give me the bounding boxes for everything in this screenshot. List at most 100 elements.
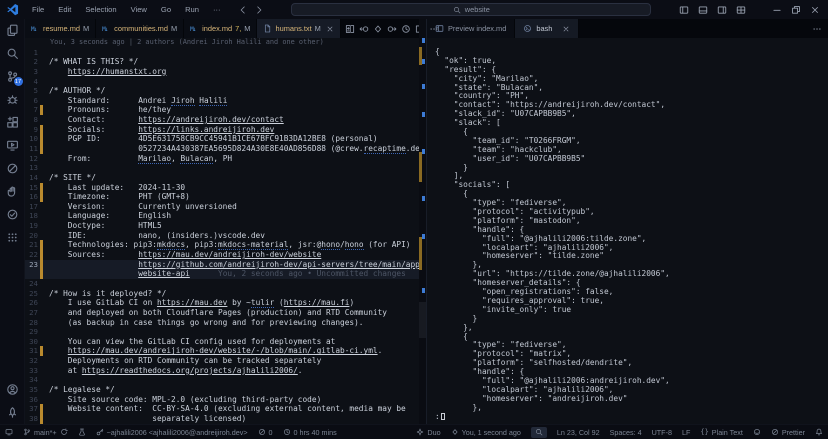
close-tab-icon[interactable] <box>326 25 334 33</box>
editor-line[interactable]: 17 Version: Currently unversioned <box>25 202 426 212</box>
activity-monitor-icon[interactable] <box>0 134 25 157</box>
editor-line[interactable]: 12 From: Marilao, Bulacan, PH <box>25 154 426 164</box>
editor-line[interactable]: 5/* AUTHOR */ <box>25 86 426 96</box>
line-number[interactable]: 28 <box>25 318 40 328</box>
minimize-icon[interactable] <box>772 5 782 15</box>
back-icon[interactable] <box>238 5 248 15</box>
editor-line[interactable]: 19 Doctype: HTML5 <box>25 221 426 231</box>
history-icon[interactable] <box>401 24 411 34</box>
activity-check-circle-icon[interactable] <box>0 203 25 226</box>
editor-line[interactable]: 16 Timezone: PHT (GMT+8) <box>25 192 426 202</box>
line-number[interactable]: 23 <box>25 260 40 270</box>
line-number[interactable]: 7 <box>25 105 40 115</box>
editor-line[interactable]: 36 Site source code: MPL-2.0 (excluding … <box>25 395 426 405</box>
editor-line[interactable]: 7 Pronouns: he/they <box>25 105 426 115</box>
diamond-icon[interactable] <box>373 24 383 34</box>
formatter-status[interactable]: Prettier <box>766 425 810 439</box>
editor-line[interactable]: 37 Website content: CC-BY-SA-4.0 (exclud… <box>25 404 426 414</box>
command-center[interactable]: website <box>291 3 651 16</box>
editor-line[interactable]: 6 Standard: Andrei Jiroh Halili <box>25 96 426 106</box>
line-number[interactable]: 12 <box>25 154 40 164</box>
line-number[interactable]: 11 <box>25 144 40 154</box>
tab-resume-md[interactable]: M↓resume.mdM <box>25 19 96 38</box>
menu-view[interactable]: View <box>124 0 154 19</box>
editor-line[interactable]: website-api You, 2 seconds ago • Uncommi… <box>25 269 426 279</box>
panel-more-actions-icon[interactable] <box>812 24 822 34</box>
eol-status[interactable]: LF <box>677 425 695 439</box>
line-number[interactable]: 37 <box>25 404 40 414</box>
line-number[interactable]: 30 <box>25 337 40 347</box>
editor-line[interactable]: 8 Contact: https://andreijiroh.dev/conta… <box>25 115 426 125</box>
line-number[interactable]: 31 <box>25 346 40 356</box>
editor-line[interactable]: 10 PGP ID: 4D5E631758CB9CC45941B1CE67BFC… <box>25 134 426 144</box>
line-number[interactable]: 22 <box>25 250 40 260</box>
activity-dots-grid-icon[interactable] <box>0 226 25 249</box>
language-mode[interactable]: {} Plain Text <box>695 425 747 439</box>
line-number[interactable]: 35 <box>25 385 40 395</box>
line-number[interactable]: 38 <box>25 414 40 424</box>
editor-line[interactable]: 21 Technologies: pip3:mkdocs, pip3:mkdoc… <box>25 240 426 250</box>
menu-[interactable]: ··· <box>206 0 228 19</box>
customize-layout-icon[interactable] <box>736 5 746 15</box>
commit-signer[interactable]: ~ajhalili2006 <ajhalili2006@andreijiroh.… <box>91 425 253 439</box>
tab-communities-md[interactable]: M↓communities.mdM <box>96 19 184 38</box>
line-number[interactable]: 34 <box>25 375 40 385</box>
editor-line[interactable]: 14/* SITE */ <box>25 173 426 183</box>
encoding-status[interactable]: UTF-8 <box>647 425 677 439</box>
editor-line[interactable]: 23 https://github.com/andreijiroh-dev/ap… <box>25 260 426 270</box>
notifications-status[interactable] <box>810 425 828 439</box>
forward-icon[interactable] <box>254 5 264 15</box>
menu-go[interactable]: Go <box>154 0 178 19</box>
overview-ruler[interactable] <box>419 19 426 424</box>
editor-line[interactable]: 27 and deployed on both Cloudflare Pages… <box>25 308 426 318</box>
editor-line[interactable]: 25/* How is it deployed? */ <box>25 289 426 299</box>
editor-line[interactable]: 33 at https://readthedocs.org/projects/a… <box>25 366 426 376</box>
editor-line[interactable]: 32 Deployments on RTD Community can be t… <box>25 356 426 366</box>
editor-line[interactable]: 11 0527234A430387EA5695D824A30E8E40AD856… <box>25 144 426 154</box>
editor-line[interactable]: 28 (as backup in case things go wrong an… <box>25 318 426 328</box>
line-number[interactable]: 20 <box>25 231 40 241</box>
indentation-status[interactable]: Spaces: 4 <box>605 425 647 439</box>
line-number[interactable]: 17 <box>25 202 40 212</box>
problems-status[interactable]: 0 <box>253 425 278 439</box>
activity-explorer-icon[interactable] <box>0 19 25 42</box>
line-number[interactable]: 25 <box>25 289 40 299</box>
editor-line[interactable]: 31 https://mau.dev/andreijiroh-dev/websi… <box>25 346 426 356</box>
editor-line[interactable]: 35/* Legalese */ <box>25 385 426 395</box>
line-blame-status[interactable]: You, 1 second ago <box>446 425 526 439</box>
line-number[interactable]: 32 <box>25 356 40 366</box>
editor-line[interactable]: 9 Socials: https://links.andreijiroh.dev <box>25 125 426 135</box>
editor[interactable]: 12/* WHAT IS THIS? */3 https://humanstxt… <box>25 48 426 424</box>
line-number[interactable]: 36 <box>25 395 40 405</box>
wakatime-status[interactable]: 0 hrs 40 mins <box>278 425 342 439</box>
editor-line[interactable]: 22 Sources: https://mau.dev/andreijiroh-… <box>25 250 426 260</box>
editor-line[interactable]: 2/* WHAT IS THIS? */ <box>25 57 426 67</box>
branch-status[interactable]: main*+ <box>18 425 73 439</box>
close-tab-icon[interactable] <box>562 25 570 33</box>
line-number[interactable]: 4 <box>25 77 40 87</box>
editor-line[interactable]: 13 <box>25 163 426 173</box>
editor-line[interactable]: 34 <box>25 375 426 385</box>
menu-run[interactable]: Run <box>178 0 206 19</box>
arrow-circle-right-icon[interactable] <box>387 24 397 34</box>
tab-bash[interactable]: bash <box>515 19 579 38</box>
editor-line[interactable]: 1 <box>25 48 426 58</box>
restore-icon[interactable] <box>791 5 801 15</box>
line-number[interactable]: 8 <box>25 115 40 125</box>
editor-line[interactable]: 3 https://humanstxt.org <box>25 67 426 77</box>
line-number[interactable]: 9 <box>25 125 40 135</box>
line-number[interactable]: 5 <box>25 86 40 96</box>
test-status[interactable] <box>73 425 91 439</box>
close-window-icon[interactable] <box>810 5 820 15</box>
menu-selection[interactable]: Selection <box>78 0 123 19</box>
activity-circle-slash-icon[interactable] <box>0 157 25 180</box>
tab-humans-txt[interactable]: humans.txtM <box>257 19 340 38</box>
activity-run-debug-icon[interactable] <box>0 88 25 111</box>
arrow-circle-left-icon[interactable] <box>359 24 369 34</box>
activity-hand-icon[interactable] <box>0 180 25 203</box>
menu-edit[interactable]: Edit <box>51 0 78 19</box>
line-number[interactable]: 6 <box>25 96 40 106</box>
editor-line[interactable]: 30 You can view the GitLab CI config use… <box>25 337 426 347</box>
toggle-secondary-sidebar-icon[interactable] <box>717 5 727 15</box>
line-number[interactable]: 2 <box>25 57 40 67</box>
